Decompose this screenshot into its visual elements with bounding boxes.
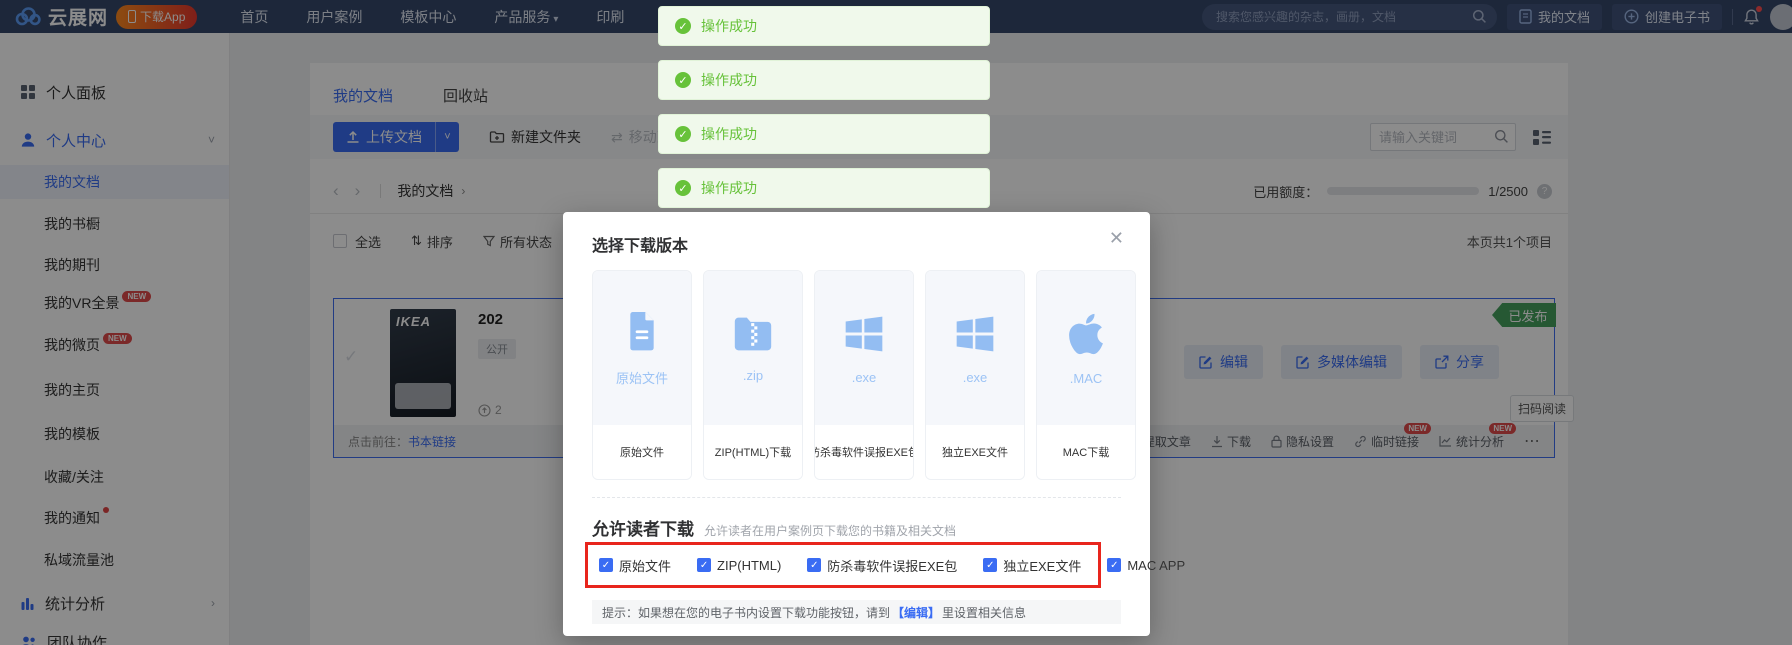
reader-download-heading: 允许读者下载 允许读者在用户案例页下载您的书籍及相关文档 [592,515,956,540]
download-card-original[interactable]: 原始文件 原始文件 [592,270,692,480]
download-card-zip[interactable]: .zip ZIP(HTML)下载 [703,270,803,480]
apple-icon [1067,311,1105,357]
reader-download-title: 允许读者下载 [592,515,694,540]
windows-icon [842,312,886,356]
checkbox-checked-icon: ✓ [983,558,997,572]
download-card-name: 独立EXE文件 [926,425,1024,479]
download-card-name: MAC下载 [1037,425,1135,479]
checkbox-standalone-exe[interactable]: ✓ 独立EXE文件 [983,556,1081,575]
toast-message: 操作成功 [701,124,757,144]
close-icon[interactable]: ✕ [1109,228,1124,249]
toast-success: ✓ 操作成功 [658,60,990,100]
checkbox-label: 防杀毒软件误报EXE包 [827,556,957,575]
download-card-name: ZIP(HTML)下载 [704,425,802,479]
checkbox-safe-exe[interactable]: ✓ 防杀毒软件误报EXE包 [807,556,957,575]
checkbox-checked-icon: ✓ [599,558,613,572]
file-type-label: .exe [852,370,877,385]
checkbox-original-file[interactable]: ✓ 原始文件 [599,556,671,575]
toast-message: 操作成功 [701,178,757,198]
toast-success: ✓ 操作成功 [658,6,990,46]
checkbox-checked-icon: ✓ [697,558,711,572]
file-type-label: .zip [743,368,763,383]
download-option-cards: 原始文件 原始文件 .zip ZIP(HTML)下载 .exe 防杀毒软件误报E… [592,270,1136,480]
toast-success: ✓ 操作成功 [658,168,990,208]
checkbox-checked-icon: ✓ [807,558,821,572]
file-type-label: .MAC [1070,371,1103,386]
checkbox-zip-html[interactable]: ✓ ZIP(HTML) [697,558,781,573]
hint-suffix: 里设置相关信息 [942,604,1026,621]
success-check-icon: ✓ [675,126,691,142]
dashed-divider [592,497,1121,498]
checkbox-label: 独立EXE文件 [1003,556,1081,575]
modal-title: 选择下载版本 [592,232,688,256]
success-check-icon: ✓ [675,180,691,196]
hint-prefix: 提示：如果想在您的电子书内设置下载功能按钮，请到 [602,604,890,621]
download-card-name: 防杀毒软件误报EXE包 [815,425,913,479]
checkbox-label: 原始文件 [619,556,671,575]
toast-message: 操作成功 [701,70,757,90]
success-check-icon: ✓ [675,18,691,34]
checkbox-mac-app[interactable]: ✓ MAC APP [1107,558,1185,573]
download-card-safe-exe[interactable]: .exe 防杀毒软件误报EXE包 [814,270,914,480]
zip-folder-icon [731,314,775,354]
reader-download-options-highlight: ✓ 原始文件 ✓ ZIP(HTML) ✓ 防杀毒软件误报EXE包 ✓ 独立EXE… [585,542,1101,588]
toast-success: ✓ 操作成功 [658,114,990,154]
download-card-standalone-exe[interactable]: .exe 独立EXE文件 [925,270,1025,480]
download-card-mac[interactable]: .MAC MAC下载 [1036,270,1136,480]
checkbox-label: MAC APP [1127,558,1185,573]
checkbox-checked-icon: ✓ [1107,558,1121,572]
windows-icon [953,312,997,356]
file-type-label: 原始文件 [616,368,668,387]
hint-edit-link[interactable]: 【编辑】 [892,604,940,621]
download-card-name: 原始文件 [593,425,691,479]
checkbox-label: ZIP(HTML) [717,558,781,573]
file-type-label: .exe [963,370,988,385]
hint-bar: 提示：如果想在您的电子书内设置下载功能按钮，请到 【编辑】 里设置相关信息 [592,600,1121,624]
download-version-modal: 选择下载版本 ✕ 原始文件 原始文件 .zip ZIP(HTML)下载 [563,212,1150,636]
success-check-icon: ✓ [675,72,691,88]
reader-download-desc: 允许读者在用户案例页下载您的书籍及相关文档 [704,522,956,539]
toast-message: 操作成功 [701,16,757,36]
file-icon [622,310,662,354]
